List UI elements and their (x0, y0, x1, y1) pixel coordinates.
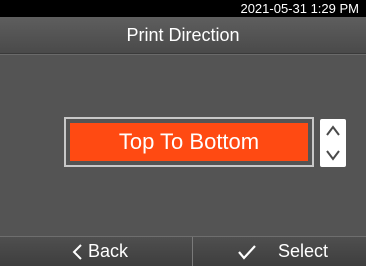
select-label: Select (278, 241, 329, 261)
select-button[interactable]: Select (193, 237, 366, 266)
chevron-up-icon[interactable] (320, 119, 346, 143)
title-divider (0, 54, 366, 55)
chevron-left-icon (71, 244, 83, 265)
chevron-down-icon[interactable] (320, 143, 346, 167)
page-title: Print Direction (126, 25, 240, 45)
bottom-action-bar: Back Select (0, 236, 366, 266)
print-direction-selector[interactable]: Top To Bottom (64, 117, 314, 167)
checkmark-icon (238, 244, 256, 265)
status-bar: 2021-05-31 1:29 PM (0, 0, 366, 17)
device-screen: 2021-05-31 1:29 PM Print Direction Top T… (0, 0, 366, 266)
selected-value: Top To Bottom (118, 129, 260, 154)
back-label: Back (88, 241, 129, 261)
back-button[interactable]: Back (0, 237, 192, 266)
title-bar: Print Direction (0, 17, 366, 54)
selected-value-box[interactable]: Top To Bottom (70, 123, 308, 161)
status-datetime: 2021-05-31 1:29 PM (240, 1, 359, 16)
value-stepper (320, 119, 346, 167)
